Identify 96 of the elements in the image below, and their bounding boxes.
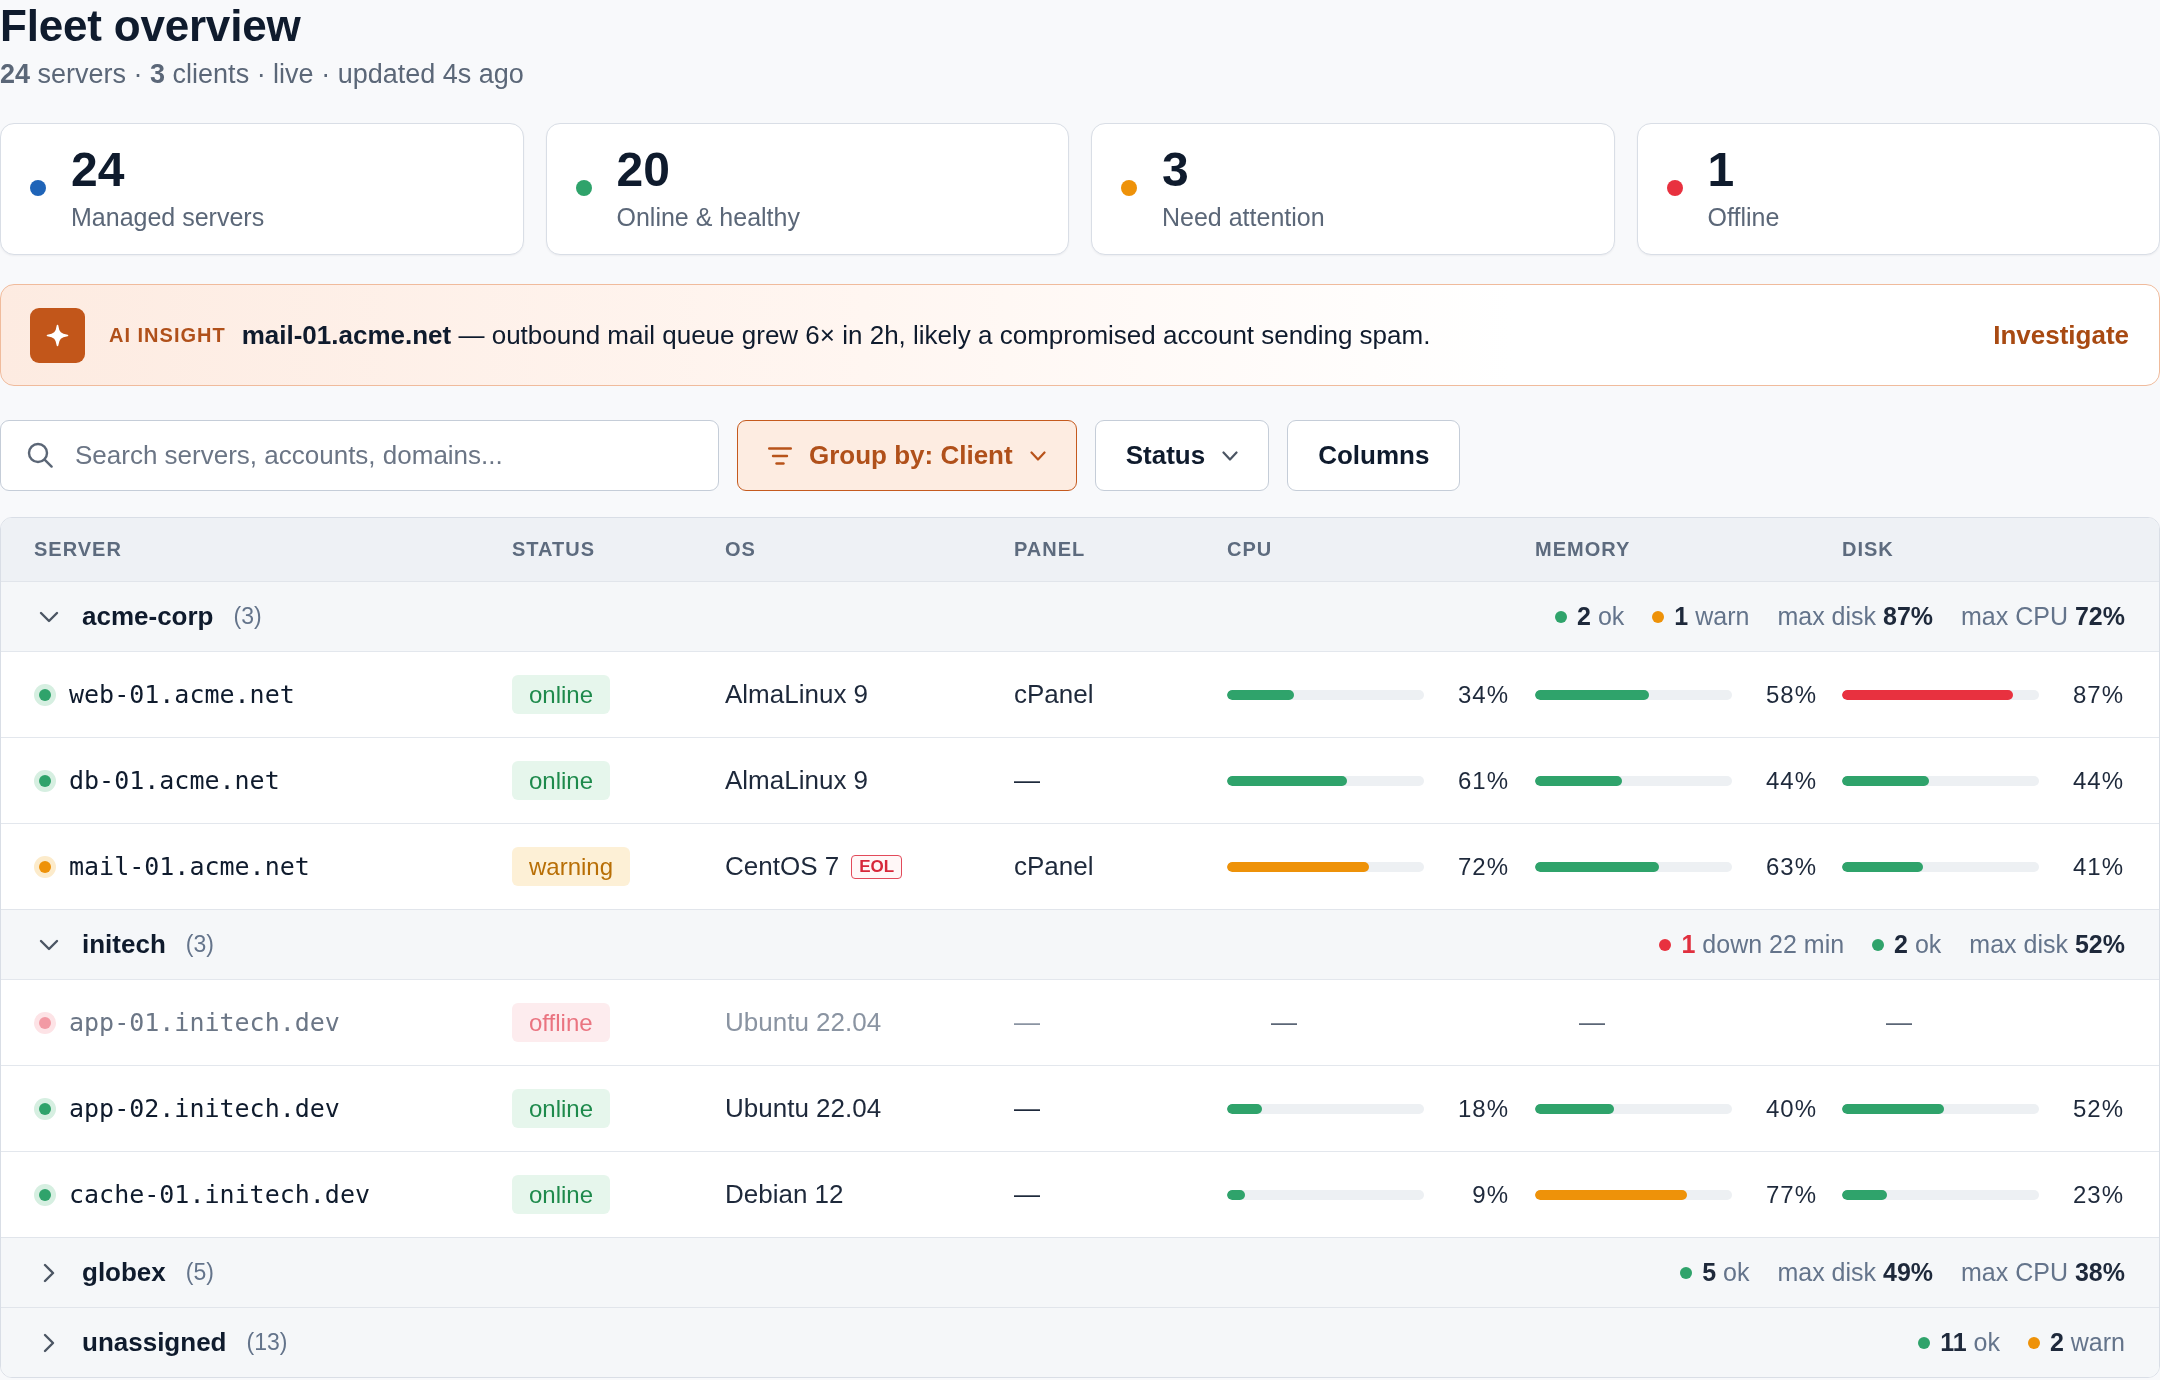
stat-label: Offline	[1707, 202, 1780, 232]
search-field[interactable]: Search servers, accounts, domains...	[0, 420, 719, 491]
investigate-link[interactable]: Investigate	[1993, 319, 2129, 351]
column-header: OS	[725, 538, 757, 561]
usage-percent: 58%	[1764, 680, 1817, 709]
group-name: initech	[82, 929, 166, 960]
usage-percent: 61%	[1456, 766, 1509, 795]
page-title: Fleet overview	[0, 0, 301, 52]
usage-percent: 87%	[2071, 680, 2124, 709]
server-name: app-02.initech.dev	[69, 1094, 340, 1123]
toolbar-button[interactable]: Columns	[1287, 420, 1461, 491]
status-badge: offline	[512, 1003, 610, 1042]
chevron-right-icon[interactable]	[43, 1262, 55, 1283]
group-count: (13)	[246, 1329, 288, 1356]
column-header: SERVER	[34, 538, 123, 561]
page-subtitle: 24 servers · 3 clients · live · updated 4s ago	[0, 58, 524, 91]
panel-value: —	[1014, 1007, 1040, 1038]
panel-value: cPanel	[1014, 679, 1094, 710]
summary-metric: max disk 87%	[1777, 602, 1934, 631]
stat-label: Need attention	[1162, 202, 1325, 232]
column-header: CPU	[1227, 538, 1274, 561]
group-name: acme-corp	[82, 601, 214, 632]
stat-value: 1	[1707, 144, 1735, 196]
search-icon	[27, 442, 53, 468]
group-name: unassigned	[82, 1327, 227, 1358]
summary-stat: 11 ok	[1940, 1328, 2000, 1357]
group-by-dropdown[interactable]: Group by: Client	[737, 420, 1077, 491]
usage-value: —	[1885, 1007, 1912, 1038]
status-badge: online	[512, 761, 611, 800]
stat-value: 20	[616, 144, 670, 196]
column-header: DISK	[1842, 538, 1895, 561]
server-name: db-01.acme.net	[69, 766, 280, 795]
usage-value: —	[1270, 1007, 1297, 1038]
caret-icon	[1029, 450, 1046, 461]
os-name: Ubuntu 22.04	[725, 1007, 882, 1038]
os-name: AlmaLinux 9	[725, 679, 869, 710]
chevron-right-icon[interactable]	[43, 1332, 55, 1353]
group-name: globex	[82, 1257, 166, 1288]
summary-stat: 2 ok	[1577, 602, 1625, 631]
summary-metric: max disk 49%	[1777, 1258, 1934, 1287]
panel-value: cPanel	[1014, 851, 1094, 882]
insight-message: mail-01.acme.net — outbound mail queue grew 6× in 2h, likely a compromised account sending spam.	[241, 319, 1431, 351]
group-count: (5)	[185, 1259, 214, 1286]
server-name: mail-01.acme.net	[69, 852, 310, 881]
usage-value: —	[1578, 1007, 1605, 1038]
usage-percent: 72%	[1456, 852, 1509, 881]
status-badge: online	[512, 675, 611, 714]
os-name: Ubuntu 22.04	[725, 1093, 882, 1124]
column-header: MEMORY	[1535, 538, 1632, 561]
filter-icon	[768, 446, 792, 465]
stat-label: Online & healthy	[616, 202, 800, 232]
usage-percent: 52%	[2071, 1094, 2124, 1123]
os-name: Debian 12	[725, 1179, 844, 1210]
usage-percent: 9%	[1471, 1180, 1509, 1209]
usage-percent: 18%	[1456, 1094, 1509, 1123]
status-badge: online	[512, 1089, 611, 1128]
panel-value: —	[1014, 1179, 1040, 1210]
eol-badge: EOL	[851, 854, 903, 879]
status-badge: online	[512, 1175, 611, 1214]
stat-value: 24	[71, 144, 125, 196]
summary-stat: 1 warn	[1674, 602, 1750, 631]
group-count: (3)	[233, 603, 262, 630]
usage-percent: 23%	[2071, 1180, 2124, 1209]
usage-percent: 41%	[2071, 852, 2124, 881]
panel-value: —	[1014, 1093, 1040, 1124]
status-badge: warning	[512, 847, 631, 886]
server-name: web-01.acme.net	[69, 680, 295, 709]
caret-icon	[1222, 450, 1239, 461]
insight-tag: AI INSIGHT	[109, 323, 226, 347]
usage-percent: 44%	[1764, 766, 1817, 795]
summary-stat: 1 down 22 min	[1681, 930, 1845, 959]
stat-label: Managed servers	[71, 202, 265, 232]
os-name: AlmaLinux 9	[725, 765, 869, 796]
sparkle-icon	[30, 307, 85, 363]
summary-metric: max disk 52%	[1969, 930, 2125, 959]
usage-percent: 34%	[1456, 680, 1509, 709]
chevron-down-icon[interactable]	[39, 610, 59, 623]
summary-metric: max CPU 38%	[1961, 1258, 2125, 1287]
server-name: app-01.initech.dev	[69, 1008, 340, 1037]
group-count: (3)	[185, 931, 214, 958]
usage-percent: 63%	[1764, 852, 1817, 881]
column-header: PANEL	[1014, 538, 1087, 561]
summary-stat: 2 ok	[1894, 930, 1942, 959]
usage-percent: 44%	[2071, 766, 2124, 795]
summary-metric: max CPU 72%	[1961, 602, 2125, 631]
summary-stat: 5 ok	[1702, 1258, 1750, 1287]
stat-value: 3	[1162, 144, 1189, 196]
os-name: CentOS 7	[725, 851, 840, 882]
summary-stat: 2 warn	[2049, 1328, 2125, 1357]
dropdown-button[interactable]: Status	[1094, 420, 1270, 491]
usage-percent: 77%	[1764, 1180, 1817, 1209]
server-name: cache-01.initech.dev	[69, 1180, 371, 1209]
chevron-down-icon[interactable]	[39, 938, 59, 951]
usage-percent: 40%	[1764, 1094, 1817, 1123]
panel-value: —	[1014, 765, 1040, 796]
column-header: STATUS	[512, 538, 597, 561]
